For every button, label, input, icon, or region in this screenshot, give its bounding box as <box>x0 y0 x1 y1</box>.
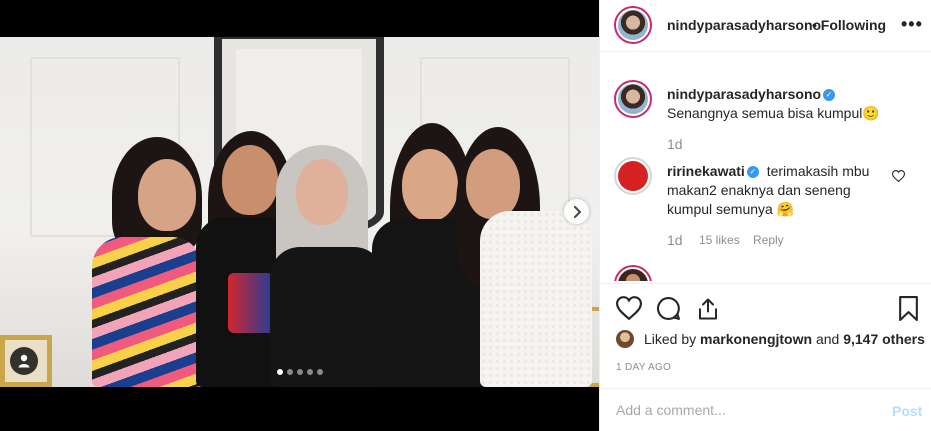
comment-body: nindyparasadyharsono ✓ Senangnya semua bi… <box>667 85 899 123</box>
comment-text: Senangnya semua bisa kumpul🙂 <box>667 105 880 121</box>
carousel-dot-active <box>276 369 283 375</box>
liker-username[interactable]: markonengjtown <box>700 331 812 347</box>
carousel-dot <box>316 369 323 375</box>
more-options-icon[interactable]: ••• <box>901 14 923 35</box>
comment-age[interactable]: 1d <box>667 136 683 152</box>
share-icon[interactable] <box>696 296 720 321</box>
post-photo[interactable] <box>0 37 599 387</box>
comment-like-heart-icon[interactable] <box>892 170 905 182</box>
carousel-dot <box>296 369 303 375</box>
carousel-dot <box>306 369 313 375</box>
comment-reply-button[interactable]: Reply <box>753 233 784 247</box>
following-status[interactable]: • Following <box>812 17 886 33</box>
media-viewer <box>0 0 599 431</box>
post-timestamp[interactable]: 1 DAY AGO <box>616 362 671 373</box>
verified-badge-icon: ✓ <box>746 166 759 179</box>
post-header: nindyparasadyharsono • Following ••• <box>600 0 931 52</box>
carousel-next-button[interactable] <box>564 199 589 224</box>
likes-summary: Liked by markonengjtown and 9,147 others <box>616 330 925 348</box>
carousel-indicator <box>0 369 599 375</box>
tagged-users-button[interactable] <box>10 347 38 375</box>
post-sidebar: nindyparasadyharsono • Following ••• nin… <box>599 0 931 431</box>
comment-bubble-icon[interactable] <box>656 296 681 321</box>
likes-others[interactable]: and 9,147 others <box>816 331 925 347</box>
action-bar <box>600 283 931 332</box>
comment-input[interactable] <box>616 402 866 418</box>
comment-age[interactable]: 1d <box>667 232 683 248</box>
add-comment-bar: Post <box>600 388 931 431</box>
post-comment-button[interactable]: Post <box>892 403 922 419</box>
author-avatar[interactable] <box>614 6 652 44</box>
comment-username[interactable]: nindyparasadyharsono <box>667 86 821 102</box>
author-username[interactable]: nindyparasadyharsono <box>667 17 821 33</box>
bookmark-icon[interactable] <box>898 296 919 321</box>
comment-avatar[interactable] <box>614 157 652 195</box>
comment-avatar[interactable] <box>614 265 652 281</box>
verified-badge-icon: ✓ <box>823 89 836 102</box>
comment-avatar[interactable] <box>614 80 652 118</box>
comment-like-count[interactable]: 15 likes <box>699 233 740 247</box>
chevron-right-icon <box>573 205 581 218</box>
carousel-dot <box>286 369 293 375</box>
comment-username[interactable]: ririnekawati <box>667 163 745 179</box>
like-heart-icon[interactable] <box>616 296 642 320</box>
comment-body: ririnekawati ✓ terimakasih mbu makan2 ena… <box>667 162 899 219</box>
likes-prefix: Liked by <box>644 331 697 347</box>
liker-avatar[interactable] <box>616 330 634 348</box>
comments-list: nindyparasadyharsono ✓ Senangnya semua bi… <box>600 53 931 281</box>
user-icon <box>18 354 30 368</box>
